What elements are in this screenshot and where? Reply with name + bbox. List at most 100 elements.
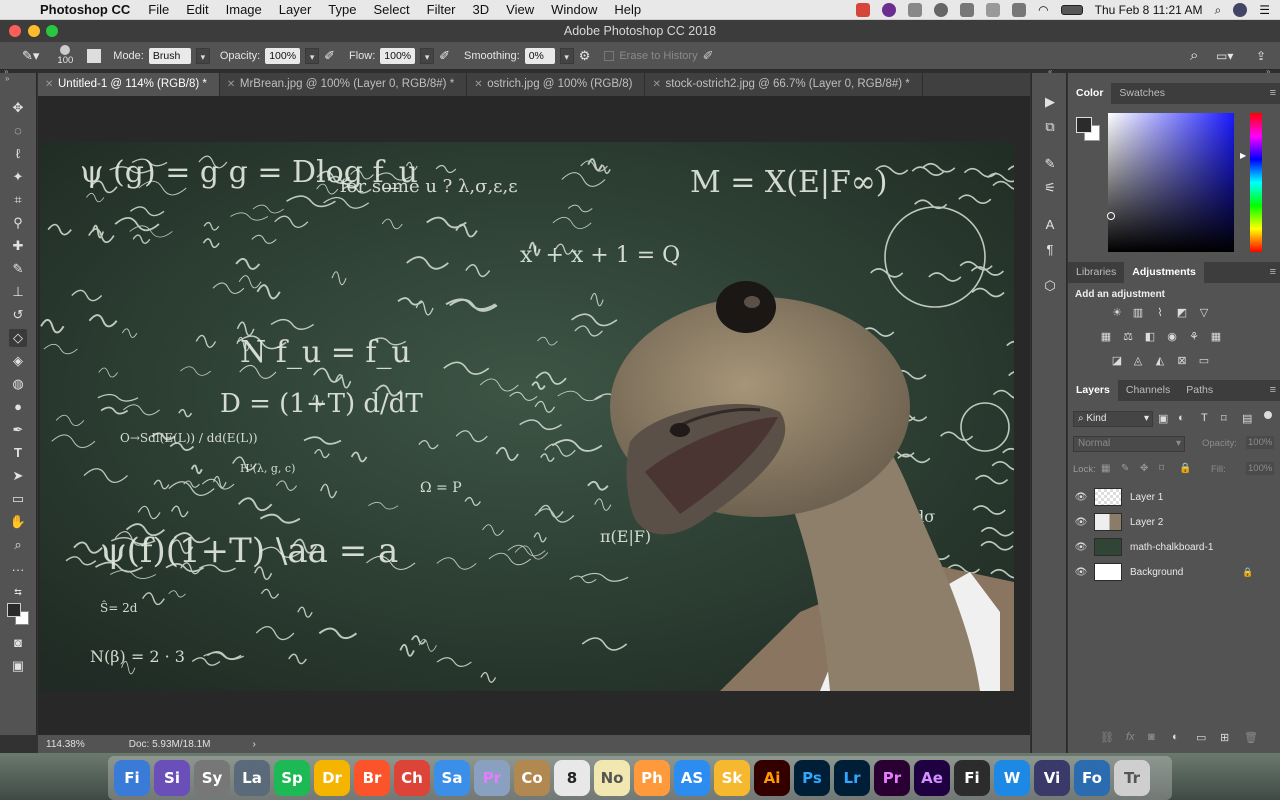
gradient-map-icon[interactable]: ▭ [1197,355,1211,367]
dock-app-icon[interactable]: Dr [314,760,350,796]
dock-app-icon[interactable]: Vi [1034,760,1070,796]
dock-app-icon[interactable]: 8 [554,760,590,796]
history-icon[interactable]: ⧉ [1041,118,1059,136]
exposure-icon[interactable]: ◩ [1175,307,1189,319]
zoom-button[interactable] [46,25,58,37]
minimize-button[interactable] [28,25,40,37]
dock-app-icon[interactable]: Pr [474,760,510,796]
eraser-tool-icon[interactable]: ◇ [9,329,27,347]
kind-filter[interactable]: ⌕ Kind ▾ [1073,411,1153,427]
lock-artboard-icon[interactable]: ⌑ [1159,463,1164,474]
lock-all-icon[interactable]: 🔒 [1179,463,1191,474]
eyedropper-tool-icon[interactable]: ⚲ [9,214,27,232]
visibility-eye-icon[interactable]: 👁 [1068,567,1094,578]
tab-untitled[interactable]: ✕ Untitled-1 @ 114% (RGB/8) * [38,73,220,96]
new-group-icon[interactable]: ▭ [1196,731,1206,744]
screen-mode-icon[interactable]: ▣ [9,657,27,675]
menu-select[interactable]: Select [373,2,409,17]
tab-close-icon[interactable]: ✕ [474,73,482,96]
black-white-icon[interactable]: ◧ [1143,331,1157,343]
smoothing-dropdown-icon[interactable]: ▾ [559,47,574,64]
dock-app-icon[interactable]: No [594,760,630,796]
opacity-field[interactable]: 100% [265,47,301,64]
dock-app-icon[interactable]: Ae [914,760,950,796]
lock-position-icon[interactable]: ✥ [1140,463,1148,474]
tab-paths[interactable]: Paths [1178,380,1221,401]
tab-ostrich[interactable]: ✕ ostrich.jpg @ 100% (RGB/8) [467,73,646,96]
document-canvas[interactable]: ψ (g) = g g = Dlog f_u M = X(E|F∞) for som… [40,142,1014,691]
tools-collapse-icon[interactable]: » [5,74,9,83]
spotlight-icon[interactable]: ⌕ [1215,3,1222,18]
new-adjustment-layer-icon[interactable]: ◐ [1172,731,1179,743]
menu-type[interactable]: Type [328,2,356,17]
menu-file[interactable]: File [148,2,169,17]
visibility-eye-icon[interactable]: 👁 [1068,542,1094,553]
fill-field[interactable]: 100% [1246,462,1275,475]
smoothing-settings-gear-icon[interactable]: ⚙ [579,48,591,64]
lasso-tool-icon[interactable]: ℓ [9,145,27,163]
paint-bucket-tool-icon[interactable]: ◈ [9,352,27,370]
menu-window[interactable]: Window [551,2,597,17]
dock-app-icon[interactable]: Sa [434,760,470,796]
move-tool-icon[interactable]: ✥ [9,99,27,117]
dock-app-icon[interactable]: Sy [194,760,230,796]
new-layer-icon[interactable]: ⊞ [1220,731,1229,744]
tab-close-icon[interactable]: ✕ [652,73,660,96]
dodge-tool-icon[interactable]: ● [9,398,27,416]
dock-app-icon[interactable]: Ps [794,760,830,796]
selective-color-icon[interactable]: ⊠ [1175,355,1189,367]
pen-tool-icon[interactable]: ✒ [9,421,27,439]
tray-airplay-icon[interactable] [1012,3,1027,17]
adjustments-panel-menu-icon[interactable]: ≡ [1270,262,1276,283]
delete-layer-icon[interactable]: 🗑 [1244,731,1258,744]
tab-channels[interactable]: Channels [1118,380,1178,401]
character-icon[interactable]: A [1041,216,1059,234]
invert-icon[interactable]: ◪ [1110,355,1124,367]
dock-app-icon[interactable]: Ch [394,760,430,796]
tray-app-icon[interactable] [856,3,871,17]
foreground-color-swatch[interactable] [7,603,21,617]
opacity-dropdown-icon[interactable]: ▾ [305,47,320,64]
lock-pixels-icon[interactable]: ✎ [1121,463,1129,474]
properties-icon[interactable]: ⚟ [1041,179,1059,197]
mode-dropdown-icon[interactable]: ▾ [195,47,210,64]
swap-colors-icon[interactable]: ⇆ [9,583,27,601]
search-icon[interactable]: ⌕ [1190,47,1198,64]
tray-tor-icon[interactable] [882,3,897,17]
add-mask-icon[interactable]: ◙ [1148,731,1155,743]
dock-app-icon[interactable]: Br [354,760,390,796]
clock[interactable]: Thu Feb 8 11:21 AM [1095,3,1203,17]
dock-app-icon[interactable]: AS [674,760,710,796]
hue-slider-arrow-icon[interactable]: ▶ [1240,151,1246,160]
status-menu-arrow-icon[interactable]: › [252,739,255,750]
filter-shape-icon[interactable]: ⌑ [1221,412,1227,425]
visibility-eye-icon[interactable]: 👁 [1068,492,1094,503]
menu-view[interactable]: View [506,2,534,17]
layer-row-layer1[interactable]: 👁 Layer 1 [1068,485,1280,509]
rectangle-tool-icon[interactable]: ▭ [9,490,27,508]
eraser-tool-preset-icon[interactable]: ✎▾ [22,48,39,64]
pressure-opacity-icon[interactable]: ✐ [324,48,335,64]
filter-type-icon[interactable]: T [1201,412,1208,424]
dock-app-icon[interactable]: Fo [1074,760,1110,796]
battery-icon[interactable] [1060,5,1083,15]
vibrance-icon[interactable]: ▽ [1197,307,1211,319]
layer-row-chalkboard[interactable]: 👁 math-chalkboard-1 [1068,535,1280,559]
tab-libraries[interactable]: Libraries [1068,262,1124,283]
menu-help[interactable]: Help [614,2,641,17]
play-action-icon[interactable]: ▶ [1041,93,1059,111]
tab-swatches[interactable]: Swatches [1111,83,1173,104]
brush-panel-toggle-icon[interactable] [87,48,102,63]
hand-tool-icon[interactable]: ✋ [9,513,27,531]
link-layers-icon[interactable]: ⛓ [1100,731,1114,744]
3d-icon[interactable]: ⬡ [1041,277,1059,295]
brush-settings-icon[interactable]: ✎ [1041,155,1059,173]
layer-style-fx-icon[interactable]: fx [1126,731,1135,743]
filter-toggle-icon[interactable] [1264,411,1272,419]
hue-saturation-icon[interactable]: ▦ [1099,331,1113,343]
filter-adjustment-icon[interactable]: ◐ [1178,412,1185,424]
tray-move-icon[interactable] [986,3,1001,17]
tray-sync-icon[interactable] [908,3,923,17]
tab-mrbrean[interactable]: ✕ MrBrean.jpg @ 100% (Layer 0, RGB/8#) * [220,73,468,96]
magic-wand-tool-icon[interactable]: ✦ [9,168,27,186]
